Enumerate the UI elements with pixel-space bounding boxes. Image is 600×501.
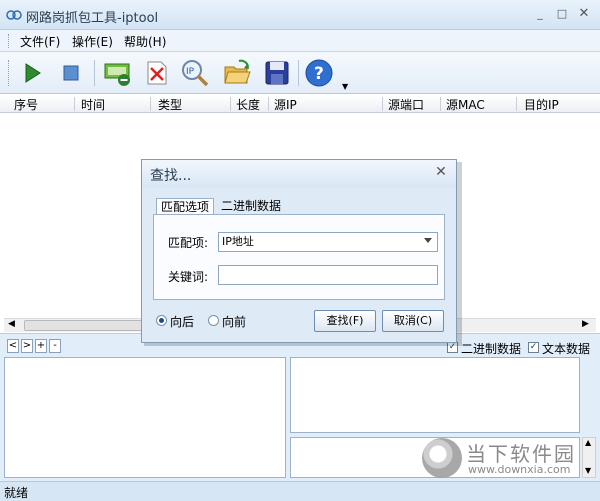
column-divider[interactable]: [150, 97, 151, 111]
keyword-label: 关键词:: [168, 270, 209, 284]
binary-data-label: 二进制数据: [461, 342, 522, 356]
scroll-right-icon[interactable]: ▶: [582, 319, 589, 329]
menu-grip: [8, 34, 10, 48]
column-divider[interactable]: [230, 97, 231, 111]
help-icon[interactable]: ?: [304, 58, 334, 88]
column-divider[interactable]: [516, 97, 517, 111]
toolbar: IP ? ▼: [0, 52, 600, 94]
column-divider[interactable]: [382, 97, 383, 111]
radio-selected-dot: [159, 318, 164, 323]
title-bar: 网路岗抓包工具-iptool _ □ ✕: [0, 0, 600, 30]
watermark-logo: [422, 438, 462, 478]
nav-remove-button[interactable]: -: [49, 339, 61, 353]
nav-next-button[interactable]: >: [21, 339, 33, 353]
network-icon[interactable]: [102, 58, 132, 88]
status-text: 就绪: [4, 486, 29, 500]
status-bar: 就绪: [0, 481, 600, 501]
keyword-input[interactable]: [218, 265, 438, 285]
menu-file[interactable]: 文件(F): [20, 33, 60, 50]
nav-add-button[interactable]: +: [35, 339, 47, 353]
match-select-value: IP地址: [222, 235, 254, 248]
maximize-icon[interactable]: □: [554, 6, 570, 22]
packet-table-header: 序号 时间 类型 长度 源IP 源端口 源MAC 目的IP: [0, 95, 600, 113]
menu-help[interactable]: 帮助(H): [124, 33, 166, 50]
text-data-checkbox[interactable]: ✓: [528, 342, 539, 353]
toolbar-separator: [94, 60, 95, 86]
chevron-down-icon[interactable]: [424, 238, 432, 243]
column-divider[interactable]: [74, 97, 75, 111]
match-label: 匹配项:: [168, 236, 209, 250]
app-icon: [6, 10, 22, 20]
cancel-button[interactable]: 取消(C): [382, 310, 444, 332]
column-header-time[interactable]: 时间: [81, 96, 105, 113]
search-forward-radio[interactable]: [208, 315, 219, 326]
packet-detail-panel[interactable]: [4, 357, 286, 478]
dialog-close-icon[interactable]: ✕: [434, 165, 448, 179]
find-dialog: 查找... ✕ 匹配选项 二进制数据 匹配项: IP地址 关键词: 向后 向前 …: [141, 159, 457, 343]
nav-prev-button[interactable]: <: [7, 339, 19, 353]
column-divider[interactable]: [440, 97, 441, 111]
window-title: 网路岗抓包工具-iptool: [26, 11, 159, 26]
dialog-title: 查找...: [150, 168, 192, 184]
tab-binary-data[interactable]: 二进制数据: [217, 198, 285, 215]
chevron-down-icon[interactable]: ▼: [342, 82, 348, 91]
minimize-icon[interactable]: _: [532, 6, 548, 22]
column-header-source-mac[interactable]: 源MAC: [446, 96, 485, 113]
stop-icon[interactable]: [56, 58, 86, 88]
scroll-up-icon[interactable]: ▲: [585, 438, 591, 447]
save-icon[interactable]: [262, 58, 292, 88]
column-header-type[interactable]: 类型: [158, 96, 182, 113]
ip-search-icon[interactable]: IP: [180, 58, 210, 88]
search-forward-label: 向前: [222, 315, 247, 329]
search-backward-radio[interactable]: [156, 315, 167, 326]
watermark-url: www.downxia.com: [468, 463, 571, 476]
svg-text:IP: IP: [186, 67, 195, 77]
tab-panel: [153, 214, 445, 300]
open-folder-icon[interactable]: [222, 58, 252, 88]
menu-bar: 文件(F) 操作(E) 帮助(H): [0, 30, 600, 52]
column-header-dest-ip[interactable]: 目的IP: [524, 96, 559, 113]
column-header-source-port[interactable]: 源端口: [388, 96, 424, 113]
text-data-label: 文本数据: [542, 342, 591, 356]
column-header-source-ip[interactable]: 源IP: [274, 96, 297, 113]
scroll-left-icon[interactable]: ◀: [8, 319, 15, 329]
column-header-index[interactable]: 序号: [14, 96, 38, 113]
start-icon[interactable]: [16, 58, 46, 88]
close-icon[interactable]: ✕: [576, 6, 592, 22]
dialog-title-bar[interactable]: 查找... ✕: [142, 160, 456, 188]
svg-text:?: ?: [314, 64, 324, 84]
binary-data-panel[interactable]: [290, 357, 580, 433]
delete-icon[interactable]: [142, 58, 172, 88]
menu-operate[interactable]: 操作(E): [72, 33, 113, 50]
search-backward-label: 向后: [170, 315, 195, 329]
toolbar-grip: [8, 60, 10, 86]
vertical-scrollbar[interactable]: ▲ ▼: [582, 437, 596, 478]
toolbar-separator: [298, 60, 299, 86]
column-divider[interactable]: [268, 97, 269, 111]
match-select[interactable]: IP地址: [218, 232, 438, 252]
column-header-length[interactable]: 长度: [236, 96, 260, 113]
find-button[interactable]: 查找(F): [314, 310, 376, 332]
scroll-down-icon[interactable]: ▼: [585, 466, 591, 475]
